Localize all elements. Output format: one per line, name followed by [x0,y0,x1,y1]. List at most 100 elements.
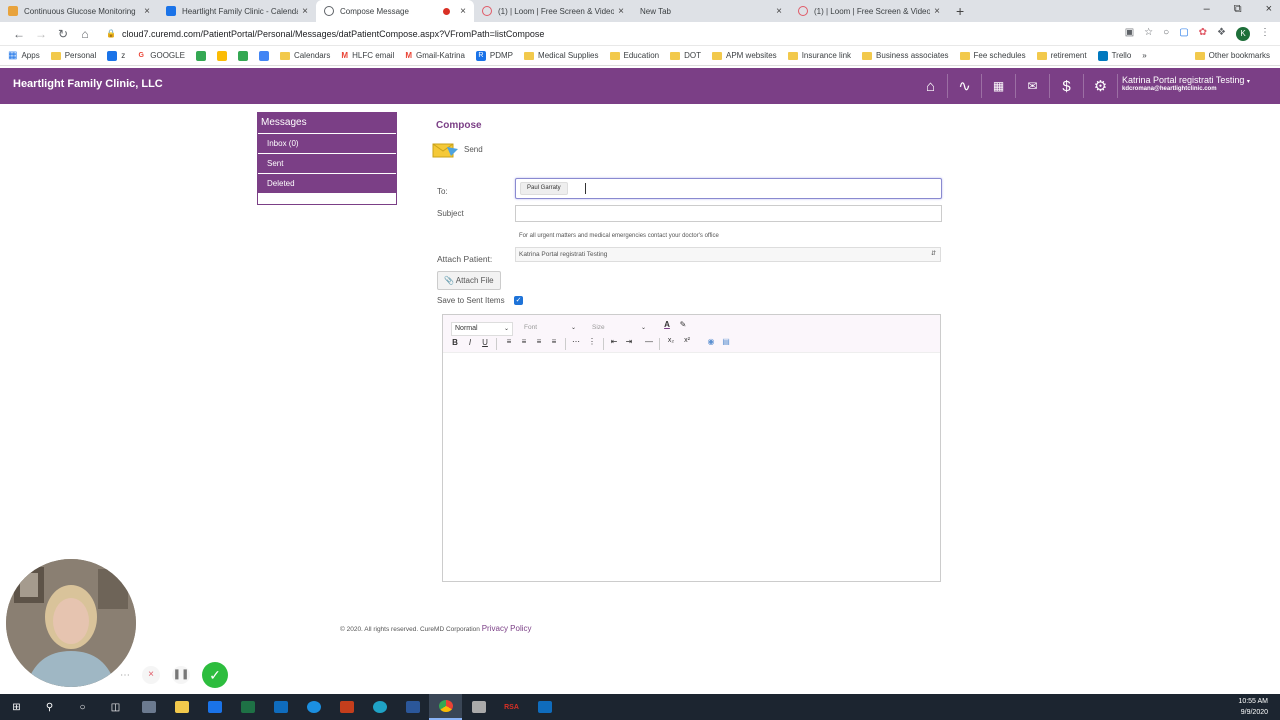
file-explorer-icon[interactable] [165,694,198,720]
bookmark-google[interactable]: G GOOGLE [136,50,185,61]
reload-icon[interactable]: ↻ [52,27,74,41]
recipient-chip[interactable]: Paul Garraty [520,182,568,195]
subscript-icon[interactable]: x₂ [665,337,677,344]
bookmark-retirement[interactable]: retirement [1036,51,1087,60]
align-right-icon[interactable]: ≡ [533,337,545,346]
home-icon[interactable]: ⌂ [74,27,96,41]
menu-icon[interactable]: ⋮ [1260,27,1270,41]
bookmark-hlfc-email[interactable]: M HLFC email [341,51,394,60]
bookmark-gmail-katrina[interactable]: M Gmail-Katrina [405,51,465,60]
windows-start-icon[interactable]: ⊞ [0,694,33,720]
font-select[interactable]: Font ⌄ [521,322,579,336]
star-icon[interactable]: ☆ [1144,27,1153,41]
tab-4[interactable]: New Tab × [632,0,790,22]
close-icon[interactable]: × [460,6,466,17]
close-icon[interactable]: × [934,6,940,17]
mail-icon[interactable] [264,694,297,720]
message-body[interactable] [443,353,940,581]
bookmark-apm-websites[interactable]: APM websites [712,51,777,60]
bookmark-other[interactable]: Other bookmarks [1194,51,1270,60]
format-select[interactable]: Normal ⌄ [451,322,513,336]
horizontal-rule-icon[interactable]: ― [643,337,655,346]
sidebar-item-sent[interactable]: Sent [258,153,396,173]
close-icon[interactable]: × [618,6,624,17]
profile-avatar[interactable]: K [1236,27,1250,41]
close-window-icon[interactable]: × [1266,3,1272,16]
cast-icon[interactable]: ▢ [1179,27,1188,41]
bookmark-calendars[interactable]: Calendars [279,51,330,60]
close-icon[interactable]: × [144,6,150,17]
align-justify-icon[interactable]: ≡ [548,337,560,346]
cortana-icon[interactable]: ○ [66,694,99,720]
send-button[interactable]: Send [432,140,483,158]
edge-icon[interactable] [297,694,330,720]
numbered-list-icon[interactable]: ⋯ [570,337,582,346]
bookmark-z[interactable]: z [107,50,125,61]
tab-2-active[interactable]: Compose Message × [316,0,474,22]
billing-dollar-icon[interactable]: $ [1050,74,1084,98]
bold-icon[interactable]: B [449,338,461,347]
tab-1[interactable]: Heartlight Family Clinic - Calenda × [158,0,316,22]
forward-icon[interactable]: → [30,27,52,41]
outlook-icon[interactable] [528,694,561,720]
finish-recording-check-icon[interactable]: ✓ [202,662,228,688]
mail-nav-icon[interactable]: ✉ [1016,74,1050,98]
search-icon[interactable]: ⚲ [33,694,66,720]
bookmark-fee-schedules[interactable]: Fee schedules [959,51,1026,60]
underline-icon[interactable]: U [479,338,491,347]
more-dots-icon[interactable]: ⋯ [120,670,130,681]
webcam-bubble[interactable] [6,559,136,687]
edge-chromium-icon[interactable] [363,694,396,720]
bookmark-docs[interactable] [258,50,269,61]
loom-extension-icon[interactable]: ✿ [1199,27,1207,41]
url-field[interactable]: 🔒 cloud7.curemd.com/PatientPortal/Person… [106,29,544,39]
word-icon[interactable] [396,694,429,720]
calculator-icon[interactable] [198,694,231,720]
align-left-icon[interactable]: ≡ [503,337,515,346]
size-select[interactable]: Size ⌄ [589,322,649,336]
chrome-icon[interactable] [429,694,462,720]
store-icon[interactable] [462,694,495,720]
camera-icon[interactable]: ▣ [1125,27,1134,41]
sidebar-item-deleted[interactable]: Deleted [258,173,396,193]
powerpoint-icon[interactable] [330,694,363,720]
restore-icon[interactable]: ⧉ [1234,3,1242,16]
minimize-icon[interactable]: – [1204,3,1210,16]
outdent-icon[interactable]: ⇤ [608,337,620,346]
puzzle-icon[interactable]: ❖ [1217,27,1226,41]
attach-patient-select[interactable]: Katrina Portal registrati Testing ⇵ [515,247,941,262]
bookmark-trello[interactable]: Trello [1097,50,1131,61]
italic-icon[interactable]: I [464,338,476,347]
insert-link-icon[interactable]: ◉ [705,337,717,346]
home-nav-icon[interactable]: ⌂ [914,74,948,98]
attach-file-button[interactable]: 📎 Attach File [437,271,501,290]
subject-input[interactable] [515,205,942,222]
align-center-icon[interactable]: ≡ [518,337,530,346]
health-pulse-icon[interactable]: ∿ [948,74,982,98]
close-icon[interactable]: × [302,6,308,17]
bookmark-dot[interactable]: DOT [670,51,701,60]
superscript-icon[interactable]: x² [681,337,693,344]
extension-icon[interactable]: ○ [1163,27,1169,41]
cancel-recording-icon[interactable]: × [142,666,160,684]
save-sent-checkbox[interactable]: ✓ [514,296,523,305]
new-tab-icon[interactable]: + [956,3,964,19]
rsa-icon[interactable]: RSA [495,694,528,720]
tab-5[interactable]: (1) | Loom | Free Screen & Video × [790,0,948,22]
bookmark-business-associates[interactable]: Business associates [862,51,949,60]
system-clock[interactable]: 10:55 AM 9/9/2020 [1238,696,1268,718]
highlight-icon[interactable]: ✎ [677,320,689,329]
bookmark-pdmp[interactable]: R PDMP [475,50,513,61]
settings-gear-icon[interactable]: ⚙ [1084,74,1118,98]
bookmark-drive[interactable] [195,50,206,61]
excel-icon[interactable] [231,694,264,720]
bookmark-education[interactable]: Education [609,51,659,60]
bulleted-list-icon[interactable]: ⋮ [586,337,598,346]
tab-3[interactable]: (1) | Loom | Free Screen & Video × [474,0,632,22]
back-icon[interactable]: ← [8,27,30,41]
sidebar-item-inbox[interactable]: Inbox (0) [258,133,396,153]
pause-icon[interactable]: ❚❚ [172,666,190,684]
task-view-icon[interactable]: ◫ [99,694,132,720]
bookmark-sheets[interactable] [237,50,248,61]
tab-0[interactable]: Continuous Glucose Monitoring × [0,0,158,22]
